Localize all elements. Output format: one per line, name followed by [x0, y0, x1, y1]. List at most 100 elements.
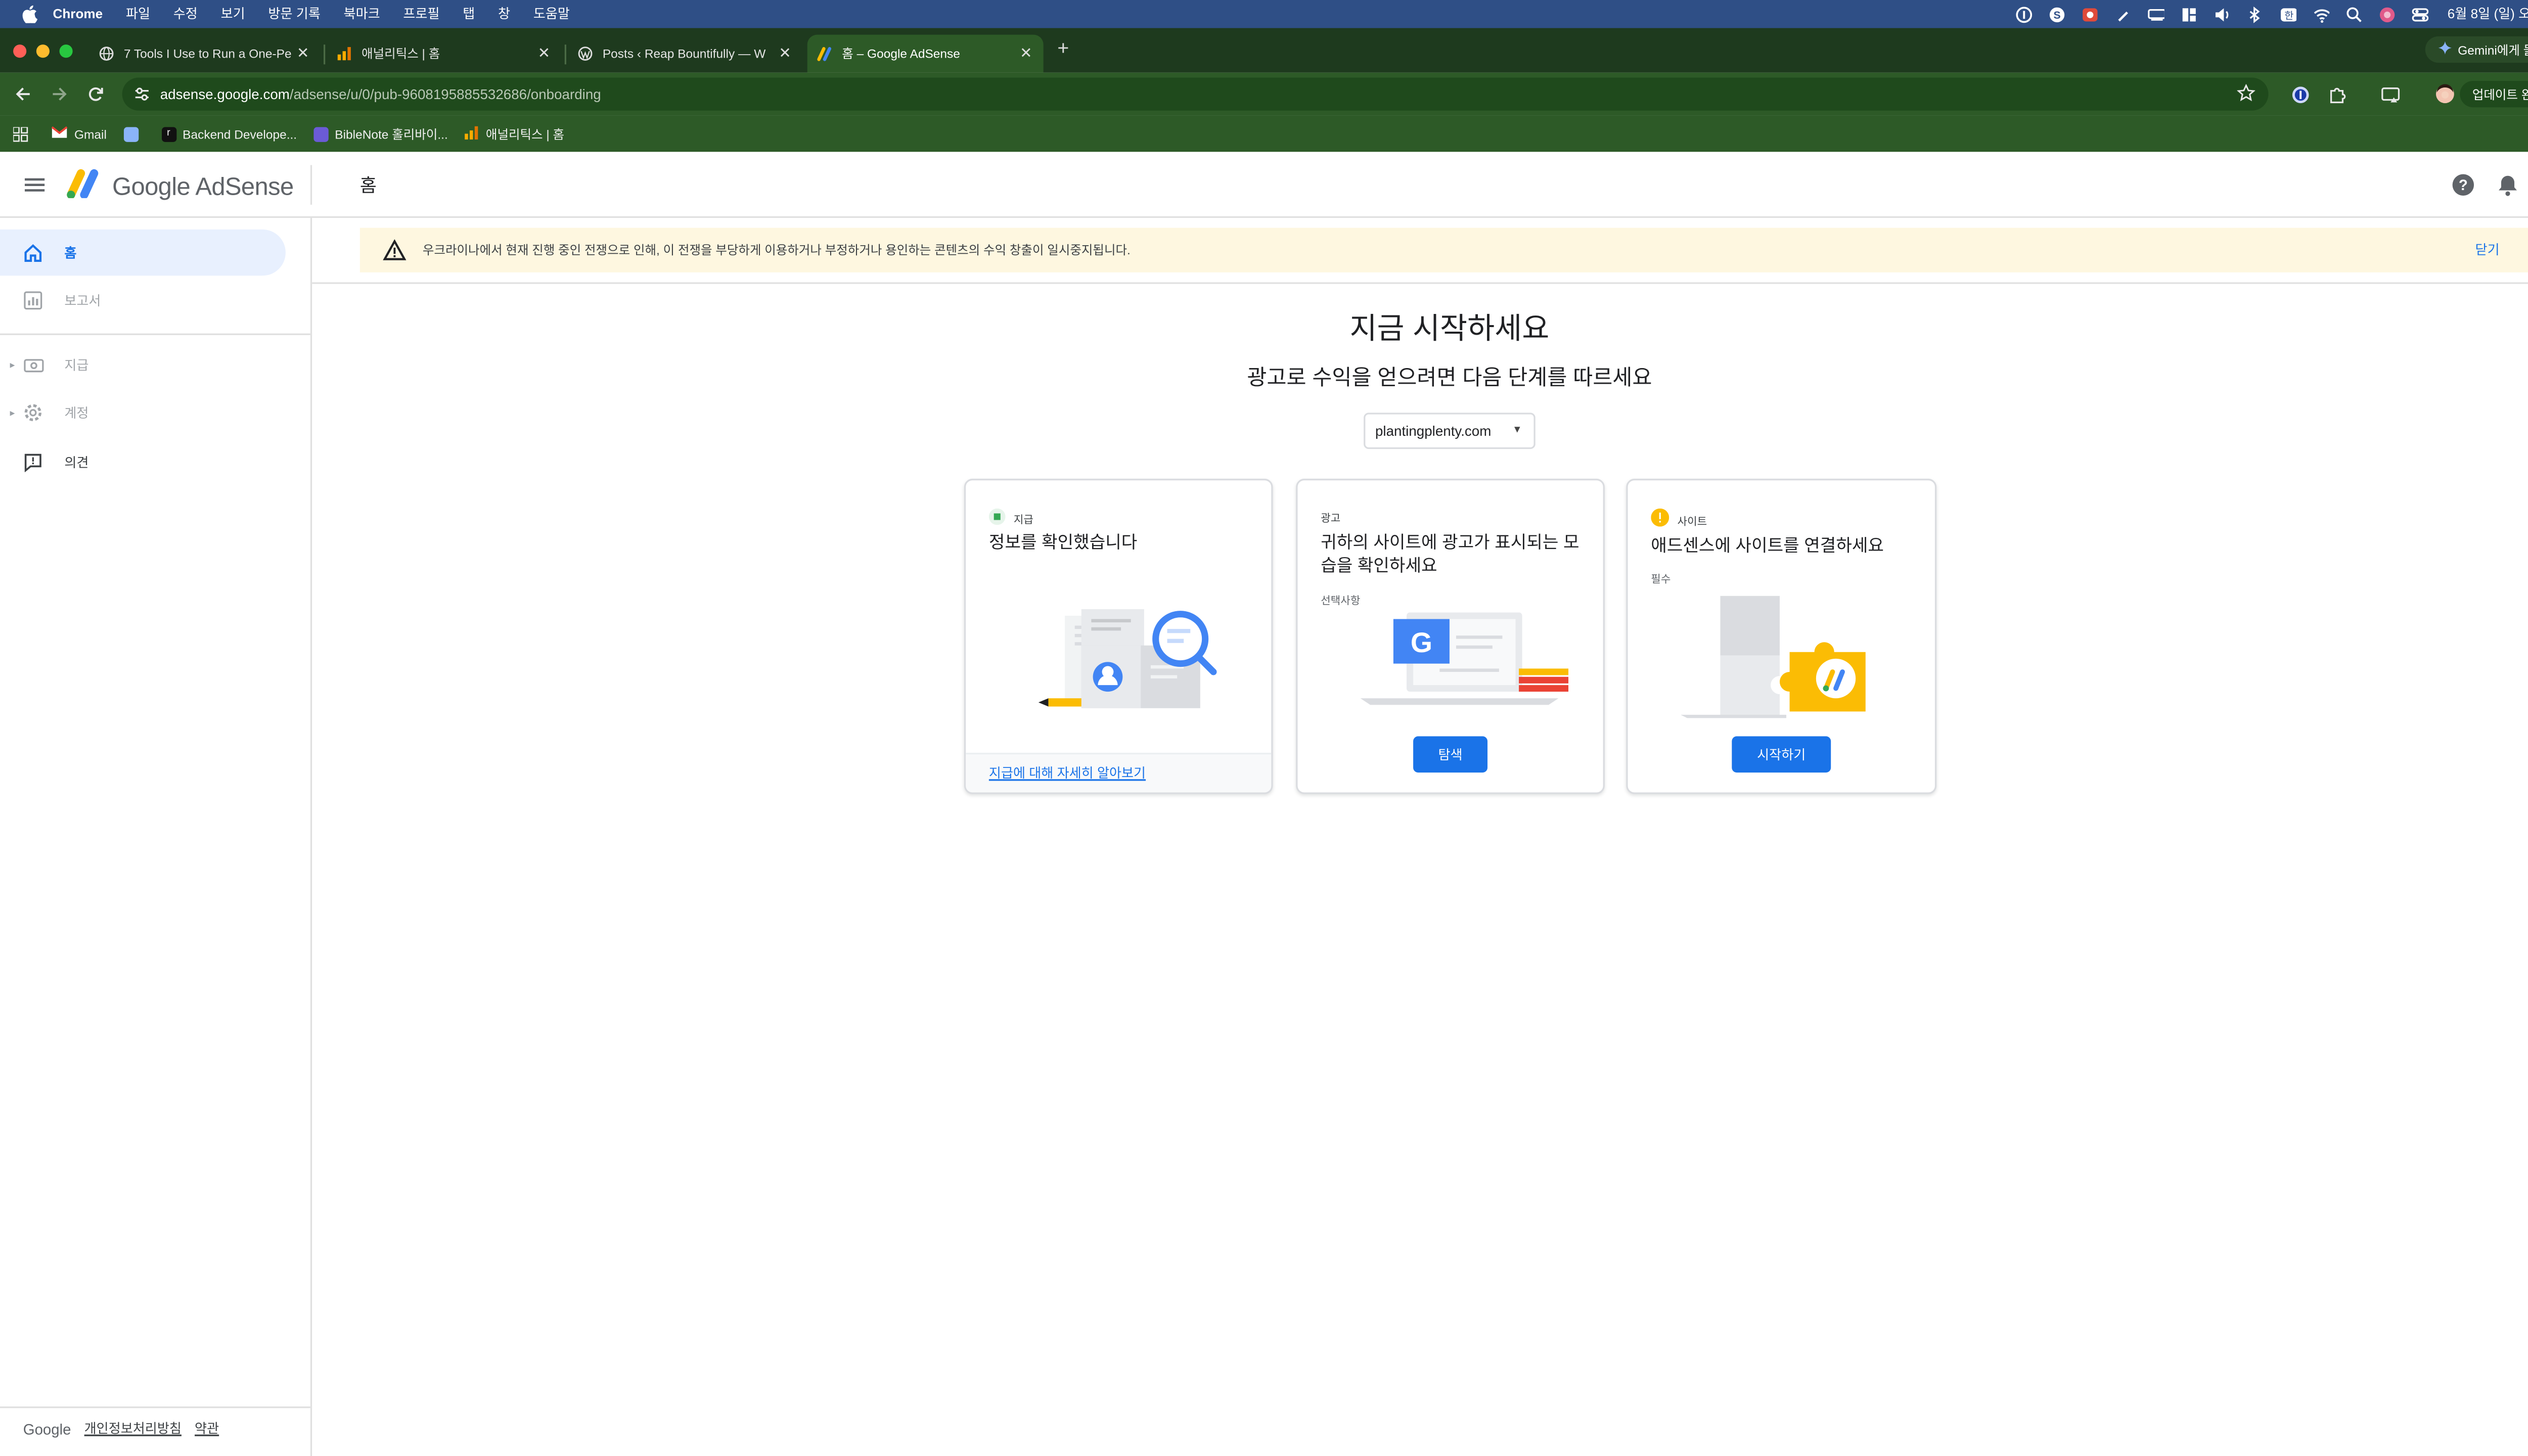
new-tab-button[interactable]: +	[1052, 36, 1075, 63]
sidebar-item-reports[interactable]: 보고서	[0, 278, 101, 324]
menu-edit[interactable]: 수정	[173, 5, 198, 23]
menu-tab[interactable]: 탭	[463, 5, 475, 23]
apple-icon[interactable]	[20, 4, 39, 24]
tab-1[interactable]: 7 Tools I Use to Run a One-Pe ✕	[89, 35, 320, 73]
app-header: Google AdSense 홈 ?	[0, 152, 2528, 218]
siri-icon[interactable]	[2378, 6, 2395, 22]
window-zoom-button[interactable]	[59, 44, 73, 58]
gemini-button[interactable]: Gemini에게 물어보기	[2424, 36, 2528, 63]
display-icon[interactable]	[2147, 6, 2164, 22]
menu-history[interactable]: 방문 기록	[268, 5, 320, 23]
url-host: adsense.google.com	[160, 85, 290, 103]
home-icon	[21, 241, 44, 264]
payment-info-link[interactable]: 지급에 대해 자세히 알아보기	[966, 752, 1272, 793]
get-started-button[interactable]: 시작하기	[1732, 736, 1831, 773]
control-center-icon[interactable]	[2411, 6, 2428, 22]
tab-adsense-active[interactable]: 홈 – Google AdSense ✕	[807, 34, 1044, 73]
banner-close-button[interactable]: 닫기	[2475, 241, 2500, 259]
menu-view[interactable]: 보기	[221, 5, 245, 23]
terms-link[interactable]: 약관	[195, 1420, 219, 1438]
svg-text:G: G	[1411, 627, 1432, 658]
explore-button[interactable]: 탐색	[1413, 736, 1488, 773]
record-icon[interactable]	[2081, 6, 2098, 22]
card-required-label: 필수	[1651, 574, 1671, 586]
tab-close-icon[interactable]: ✕	[295, 44, 310, 63]
payments-icon	[21, 353, 44, 377]
window-minimize-button[interactable]	[36, 44, 50, 58]
identity-verification-illustration	[1032, 603, 1222, 726]
address-bar[interactable]: adsense.google.com/adsense/u/0/pub-96081…	[122, 77, 2269, 111]
expand-arrow-icon: ▸	[10, 360, 15, 371]
check-status-icon	[988, 508, 1006, 528]
sidebar: 홈 보고서 ▸ 지급 ▸ 계정 의견 Google 개인정보처리방침 약관	[0, 218, 312, 1456]
volume-icon[interactable]	[2213, 6, 2230, 22]
pen-icon[interactable]	[2114, 6, 2131, 22]
gemini-sparkle-icon	[2438, 41, 2452, 58]
bookmark-backend-developer[interactable]: r Backend Develope...	[161, 126, 297, 142]
privacy-link[interactable]: 개인정보처리방침	[84, 1420, 182, 1438]
onepassword-extension-icon[interactable]	[2288, 82, 2312, 106]
menu-bookmarks[interactable]: 북마크	[344, 5, 380, 23]
wifi-icon[interactable]	[2312, 6, 2329, 22]
menu-help[interactable]: 도움말	[533, 5, 570, 23]
tab-close-icon[interactable]: ✕	[536, 44, 551, 63]
site-selector[interactable]: plantingplenty.com ▼	[1364, 413, 1536, 449]
layout-icon[interactable]	[2180, 6, 2197, 22]
notifications-bell-icon[interactable]	[2495, 172, 2521, 198]
apps-grid-icon[interactable]	[13, 126, 28, 141]
tab-close-icon[interactable]: ✕	[778, 44, 792, 63]
cast-icon[interactable]	[2379, 82, 2402, 106]
sidebar-item-home[interactable]: 홈	[0, 229, 286, 276]
menu-window[interactable]: 창	[498, 5, 510, 23]
back-button[interactable]	[12, 82, 35, 106]
main-menu-icon[interactable]	[23, 173, 47, 197]
hero-title: 지금 시작하세요	[1349, 312, 1550, 345]
bookmark-biblenote[interactable]: BibleNote 홀리바이...	[313, 125, 448, 143]
url-path: /adsense/u/0/pub-9608195885532686/onboar…	[289, 85, 601, 103]
svg-text:한: 한	[2284, 9, 2293, 21]
sidebar-item-label: 계정	[64, 405, 89, 421]
input-source-icon[interactable]: 한	[2279, 6, 2296, 22]
profile-avatar-icon[interactable]	[2433, 82, 2457, 106]
adsense-logo[interactable]: Google AdSense	[66, 168, 294, 206]
globe-icon	[99, 46, 114, 61]
sidebar-item-label: 홈	[64, 245, 77, 260]
svg-text:S: S	[2053, 9, 2060, 21]
forward-button[interactable]	[48, 82, 71, 106]
expand-arrow-icon: ▸	[10, 408, 15, 419]
bookmark-star-icon[interactable]	[2236, 83, 2255, 106]
adsense-logo-icon	[66, 168, 103, 206]
sidebar-footer: Google 개인정보처리방침 약관	[23, 1420, 219, 1438]
bookmark-analytics[interactable]: 애널리틱스 | 홈	[464, 125, 564, 143]
page-title: 홈	[359, 176, 377, 197]
adsense-icon	[817, 46, 832, 61]
skype-icon[interactable]: S	[2048, 6, 2065, 22]
bookmark-app[interactable]	[123, 126, 145, 142]
tab-3[interactable]: Posts ‹ Reap Bountifully — W ✕	[568, 35, 802, 73]
reload-button[interactable]	[84, 82, 108, 106]
menu-file[interactable]: 파일	[126, 5, 150, 23]
sidebar-item-payments[interactable]: ▸ 지급	[0, 342, 89, 388]
card-label: 지급	[988, 508, 1033, 528]
menubar-clock[interactable]: 6월 8일 (일) 오후 9:35	[2448, 5, 2528, 23]
menu-app-name[interactable]: Chrome	[53, 7, 103, 21]
menu-profiles[interactable]: 프로필	[403, 5, 439, 23]
payment-card: 지급 정보를 확인했습니다 지급에 대해 자세히 알아보기	[964, 478, 1273, 794]
tab-2[interactable]: 애널리틱스 | 홈 ✕	[327, 35, 562, 73]
window-close-button[interactable]	[13, 44, 27, 58]
bookmark-gmail[interactable]: Gmail	[51, 125, 107, 142]
tab-close-icon[interactable]: ✕	[1019, 44, 1033, 63]
update-button[interactable]: 업데이트 완료	[2459, 80, 2528, 108]
help-icon[interactable]: ?	[2450, 172, 2476, 198]
sidebar-item-feedback[interactable]: 의견	[0, 439, 88, 485]
extensions-icon[interactable]	[2325, 82, 2348, 106]
card-title: 정보를 확인했습니다	[988, 533, 1138, 553]
bluetooth-icon[interactable]	[2246, 6, 2263, 23]
google-wordmark: Google	[23, 1420, 71, 1437]
onepassword-icon[interactable]	[2015, 6, 2032, 22]
spotlight-search-icon[interactable]	[2345, 6, 2362, 22]
site-info-icon[interactable]	[132, 84, 152, 104]
analytics-icon	[337, 46, 351, 61]
adsense-page: Google AdSense 홈 ? 홈 보고서 ▸ 지급 ▸ 계정 의견 Go…	[0, 152, 2528, 1456]
sidebar-item-account[interactable]: ▸ 계정	[0, 390, 88, 436]
